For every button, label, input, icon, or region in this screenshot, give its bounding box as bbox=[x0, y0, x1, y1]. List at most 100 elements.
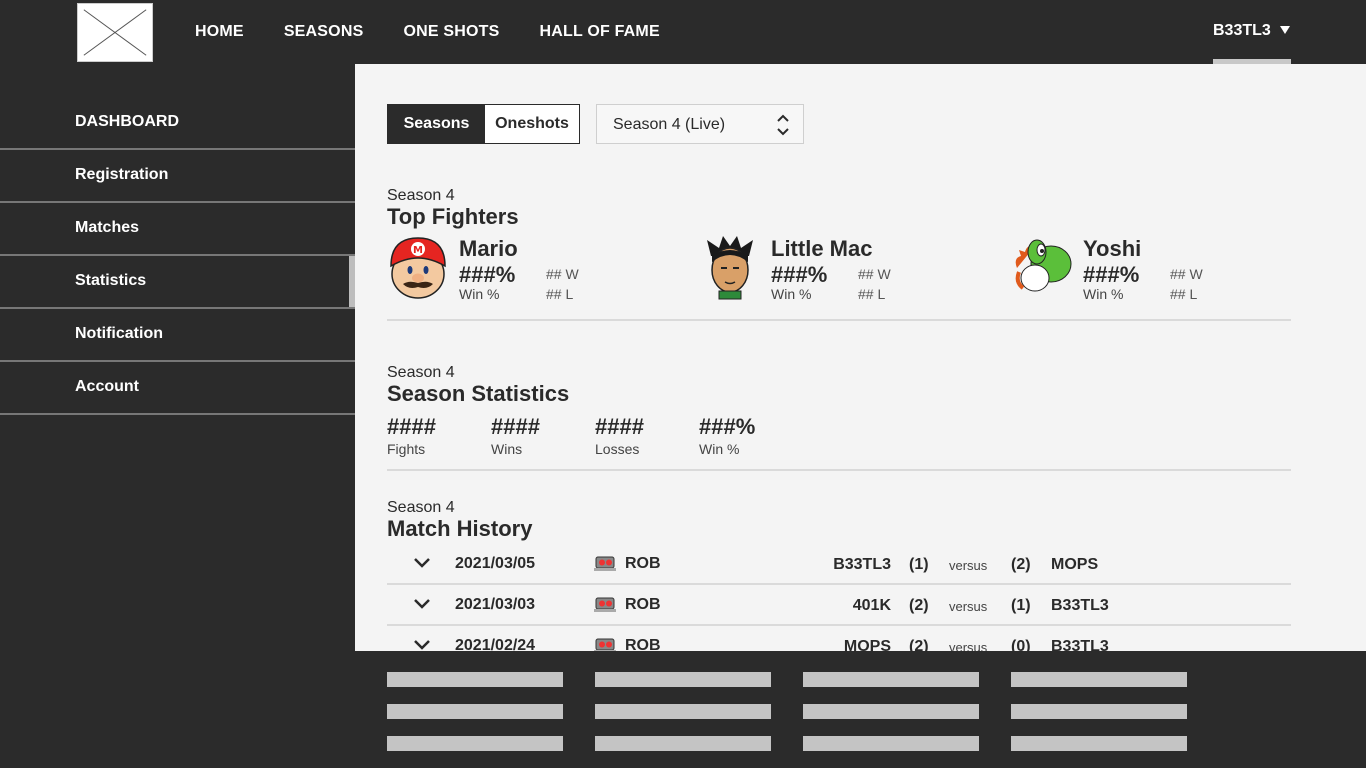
username[interactable]: B33TL3 bbox=[1213, 22, 1271, 40]
player-one: B33TL3 bbox=[833, 556, 891, 573]
fighter-losses: ## L bbox=[546, 286, 574, 302]
stat-value: #### bbox=[595, 414, 644, 439]
fighter-losses: ## L bbox=[1170, 286, 1198, 302]
up-down-arrows-icon bbox=[777, 114, 789, 136]
footer-link-placeholder[interactable] bbox=[387, 672, 563, 687]
match-row[interactable]: 2021/03/03 ROB 401K (2) versus (1) B33TL… bbox=[387, 585, 1291, 626]
match-date: 2021/03/05 bbox=[455, 555, 536, 572]
footer-link-placeholder[interactable] bbox=[803, 672, 979, 687]
player-two-score: (1) bbox=[1011, 597, 1031, 614]
user-menu[interactable]: B33TL3 bbox=[1213, 0, 1291, 64]
fighter-name: Little Mac bbox=[771, 236, 873, 261]
player-one-score: (2) bbox=[909, 638, 929, 651]
chevron-down-icon[interactable] bbox=[413, 598, 431, 610]
versus-label: versus bbox=[949, 599, 988, 614]
match-history-subtitle: Season 4 bbox=[387, 499, 455, 516]
sidebar-item-notification[interactable]: Notification bbox=[0, 309, 355, 362]
player-one: 401K bbox=[852, 597, 891, 614]
player-two-score: (0) bbox=[1011, 638, 1031, 651]
versus-label: versus bbox=[949, 640, 988, 651]
player-one-score: (1) bbox=[909, 556, 929, 573]
sidebar: DASHBOARD Registration Matches Statistic… bbox=[0, 64, 355, 768]
top-navigation-bar: HOME SEASONS ONE SHOTS HALL OF FAME B33T… bbox=[0, 0, 1366, 64]
footer-link-placeholder[interactable] bbox=[803, 704, 979, 719]
fighter-win-pct: ###% bbox=[459, 262, 516, 287]
main-content[interactable]: Seasons Oneshots Season 4 (Live) Season … bbox=[355, 64, 1366, 651]
match-row[interactable]: 2021/02/24 ROB MOPS (2) versus (0) B33TL… bbox=[387, 626, 1291, 651]
little-mac-icon bbox=[707, 236, 753, 300]
footer-link-placeholder[interactable] bbox=[387, 704, 563, 719]
fighter-losses: ## L bbox=[858, 286, 886, 302]
match-character: ROB bbox=[625, 637, 661, 651]
yoshi-icon bbox=[1015, 239, 1072, 292]
player-one: MOPS bbox=[843, 638, 891, 651]
footer-link-placeholder[interactable] bbox=[1011, 672, 1187, 687]
sidebar-item-label: Statistics bbox=[75, 272, 147, 289]
sidebar-item-label: Matches bbox=[75, 219, 140, 236]
player-two: MOPS bbox=[1051, 556, 1099, 573]
match-history-title: Match History bbox=[387, 516, 533, 541]
footer-link-placeholder[interactable] bbox=[595, 704, 771, 719]
top-fighters-subtitle: Season 4 bbox=[387, 187, 455, 204]
sidebar-item-matches[interactable]: Matches bbox=[0, 203, 355, 256]
top-fighters-title: Top Fighters bbox=[387, 204, 519, 229]
stat-value: #### bbox=[387, 414, 436, 439]
sidebar-item-statistics[interactable]: Statistics bbox=[0, 256, 355, 309]
player-one-score: (2) bbox=[909, 597, 929, 614]
sidebar-item-account[interactable]: Account bbox=[0, 362, 355, 415]
toggle-seasons[interactable]: Seasons bbox=[388, 105, 485, 143]
stat-losses: #### Losses bbox=[595, 414, 695, 457]
nav-hall-of-fame[interactable]: HALL OF FAME bbox=[540, 23, 660, 41]
fighter-win-pct: ###% bbox=[771, 262, 828, 287]
stat-fights: #### Fights bbox=[387, 414, 487, 457]
chevron-down-icon[interactable] bbox=[413, 639, 431, 651]
footer-link-placeholder[interactable] bbox=[595, 672, 771, 687]
toggle-oneshots[interactable]: Oneshots bbox=[485, 105, 579, 143]
stat-label: Fights bbox=[387, 441, 426, 457]
nav-one-shots[interactable]: ONE SHOTS bbox=[403, 23, 499, 41]
fighter-wins: ## W bbox=[858, 266, 891, 282]
footer bbox=[355, 651, 1366, 768]
caret-down-icon[interactable] bbox=[1280, 26, 1290, 34]
footer-link-placeholder[interactable] bbox=[1011, 704, 1187, 719]
section-divider bbox=[387, 319, 1291, 321]
season-select-value: Season 4 (Live) bbox=[613, 116, 726, 133]
stat-value: #### bbox=[491, 414, 540, 439]
footer-link-placeholder[interactable] bbox=[595, 736, 771, 751]
rob-icon bbox=[594, 597, 616, 612]
player-two-score: (2) bbox=[1011, 556, 1031, 573]
fighter-card: Little Mac ###% Win % ## W ## L bbox=[699, 234, 999, 304]
mario-icon: M bbox=[390, 237, 446, 299]
fighter-win-pct-label: Win % bbox=[459, 286, 500, 302]
stat-label: Losses bbox=[595, 441, 640, 457]
rob-icon bbox=[594, 638, 616, 651]
sidebar-item-registration[interactable]: Registration bbox=[0, 150, 355, 203]
fighter-wins: ## W bbox=[546, 266, 579, 282]
stat-label: Win % bbox=[699, 441, 740, 457]
sidebar-item-dashboard[interactable]: DASHBOARD bbox=[0, 97, 355, 150]
svg-text:M: M bbox=[413, 245, 423, 256]
section-divider bbox=[387, 469, 1291, 471]
chevron-down-icon[interactable] bbox=[413, 557, 431, 569]
stat-wins: #### Wins bbox=[491, 414, 591, 457]
season-stats-subtitle: Season 4 bbox=[387, 364, 455, 381]
footer-link-placeholder[interactable] bbox=[387, 736, 563, 751]
match-character: ROB bbox=[625, 596, 661, 613]
fighter-win-pct: ###% bbox=[1083, 262, 1140, 287]
logo-placeholder-icon[interactable] bbox=[77, 3, 153, 62]
match-row[interactable]: 2021/03/05 ROB B33TL3 (1) versus (2) MOP… bbox=[387, 544, 1291, 585]
sidebar-item-label: Notification bbox=[75, 325, 163, 342]
season-select[interactable]: Season 4 (Live) bbox=[596, 104, 804, 144]
fighter-win-pct-label: Win % bbox=[771, 286, 812, 302]
player-two: B33TL3 bbox=[1051, 638, 1109, 651]
fighter-name: Yoshi bbox=[1083, 236, 1142, 261]
nav-seasons[interactable]: SEASONS bbox=[284, 23, 364, 41]
fighter-card: M Mario ###% Win % ## W ## L bbox=[387, 234, 687, 304]
match-date: 2021/03/03 bbox=[455, 596, 536, 613]
fighter-card: Yoshi ###% Win % ## W ## L bbox=[1011, 234, 1311, 304]
nav-home[interactable]: HOME bbox=[195, 23, 244, 41]
footer-link-placeholder[interactable] bbox=[803, 736, 979, 751]
player-two: B33TL3 bbox=[1051, 597, 1109, 614]
fighter-wins: ## W bbox=[1170, 266, 1203, 282]
footer-link-placeholder[interactable] bbox=[1011, 736, 1187, 751]
